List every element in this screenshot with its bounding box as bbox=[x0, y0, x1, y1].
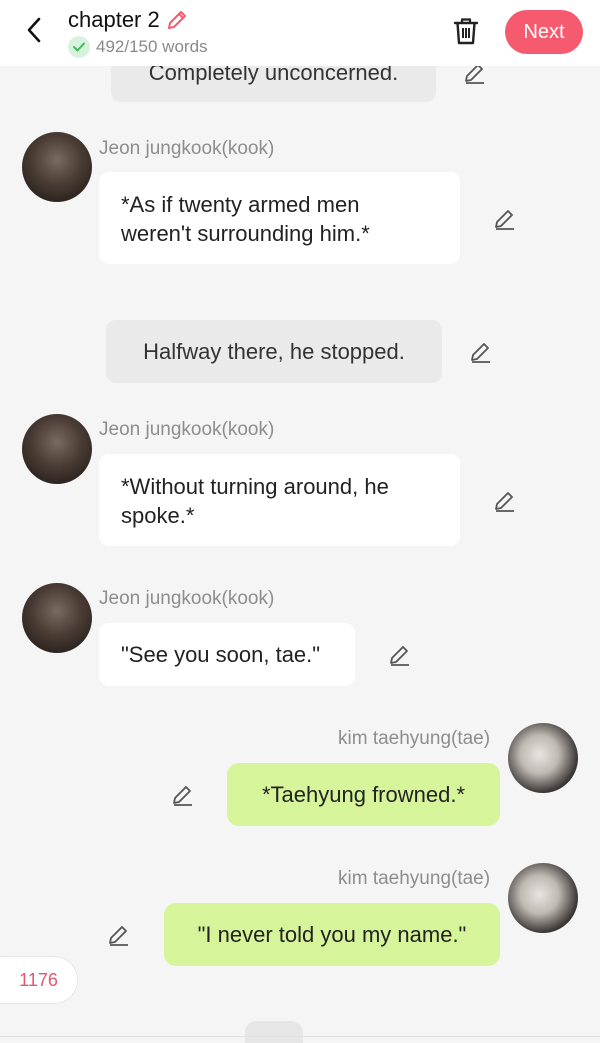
back-button[interactable] bbox=[18, 14, 50, 46]
chapter-title[interactable]: chapter 2 bbox=[68, 7, 160, 33]
edit-message-button[interactable] bbox=[492, 206, 518, 232]
word-count: 492/150 words bbox=[96, 37, 208, 56]
message-bubble[interactable]: "See you soon, tae." bbox=[99, 623, 355, 686]
pencil-icon bbox=[471, 343, 490, 363]
pencil-icon bbox=[167, 11, 186, 29]
pencil-icon bbox=[390, 646, 409, 666]
avatar-taehyung[interactable] bbox=[508, 863, 578, 933]
speaker-name: Jeon jungkook(kook) bbox=[99, 138, 275, 159]
delete-button[interactable] bbox=[450, 14, 482, 48]
edit-message-button[interactable] bbox=[387, 642, 413, 668]
avatar-jungkook[interactable] bbox=[22, 583, 92, 653]
narration-text: Halfway there, he stopped. bbox=[143, 338, 405, 364]
edit-message-button[interactable] bbox=[106, 922, 132, 948]
pencil-icon bbox=[109, 926, 128, 946]
trash-icon bbox=[453, 18, 479, 45]
message-line: weren't surrounding him.* bbox=[121, 221, 370, 246]
avatar-jungkook[interactable] bbox=[22, 132, 92, 202]
divider bbox=[0, 1036, 600, 1037]
title-edit-button[interactable] bbox=[164, 7, 190, 33]
edit-message-button[interactable] bbox=[492, 488, 518, 514]
message-bubble[interactable]: "I never told you my name." bbox=[164, 903, 500, 966]
check-icon bbox=[68, 36, 90, 58]
message-text: *Taehyung frowned.* bbox=[261, 781, 466, 807]
speaker-name: kim taehyung(tae) bbox=[338, 728, 491, 749]
message-counter[interactable]: 1176 bbox=[0, 956, 78, 1004]
avatar-jungkook[interactable] bbox=[22, 414, 92, 484]
chevron-left-icon bbox=[27, 17, 41, 43]
message-bubble[interactable]: *Taehyung frowned.* bbox=[227, 763, 500, 826]
message-line: *As if twenty armed men bbox=[121, 192, 360, 217]
message-text: "I never told you my name." bbox=[197, 921, 467, 947]
pencil-icon bbox=[173, 786, 192, 806]
speaker-name: Jeon jungkook(kook) bbox=[99, 419, 275, 440]
message-line: spoke.* bbox=[121, 503, 195, 528]
chapter-title-block: chapter 2 492/150 words bbox=[68, 7, 208, 58]
message-text: "See you soon, tae." bbox=[121, 642, 321, 667]
speaker-name: kim taehyung(tae) bbox=[338, 868, 491, 889]
message-line: *Without turning around, he bbox=[121, 474, 389, 499]
top-bar: chapter 2 492/150 words Next bbox=[0, 0, 600, 66]
pencil-icon bbox=[495, 210, 514, 230]
edit-message-button[interactable] bbox=[170, 782, 196, 808]
edit-message-button[interactable] bbox=[468, 339, 494, 365]
message-bubble[interactable]: *Without turning around, he spoke.* bbox=[99, 454, 460, 546]
speaker-name: Jeon jungkook(kook) bbox=[99, 588, 275, 609]
pencil-icon bbox=[495, 492, 514, 512]
next-button[interactable]: Next bbox=[505, 10, 583, 54]
message-bubble[interactable]: *As if twenty armed men weren't surround… bbox=[99, 172, 460, 264]
bottom-sheet-handle[interactable] bbox=[245, 1021, 303, 1043]
avatar-taehyung[interactable] bbox=[508, 723, 578, 793]
narration-bubble[interactable]: Halfway there, he stopped. bbox=[106, 320, 442, 383]
counter-value: 1176 bbox=[19, 969, 58, 990]
